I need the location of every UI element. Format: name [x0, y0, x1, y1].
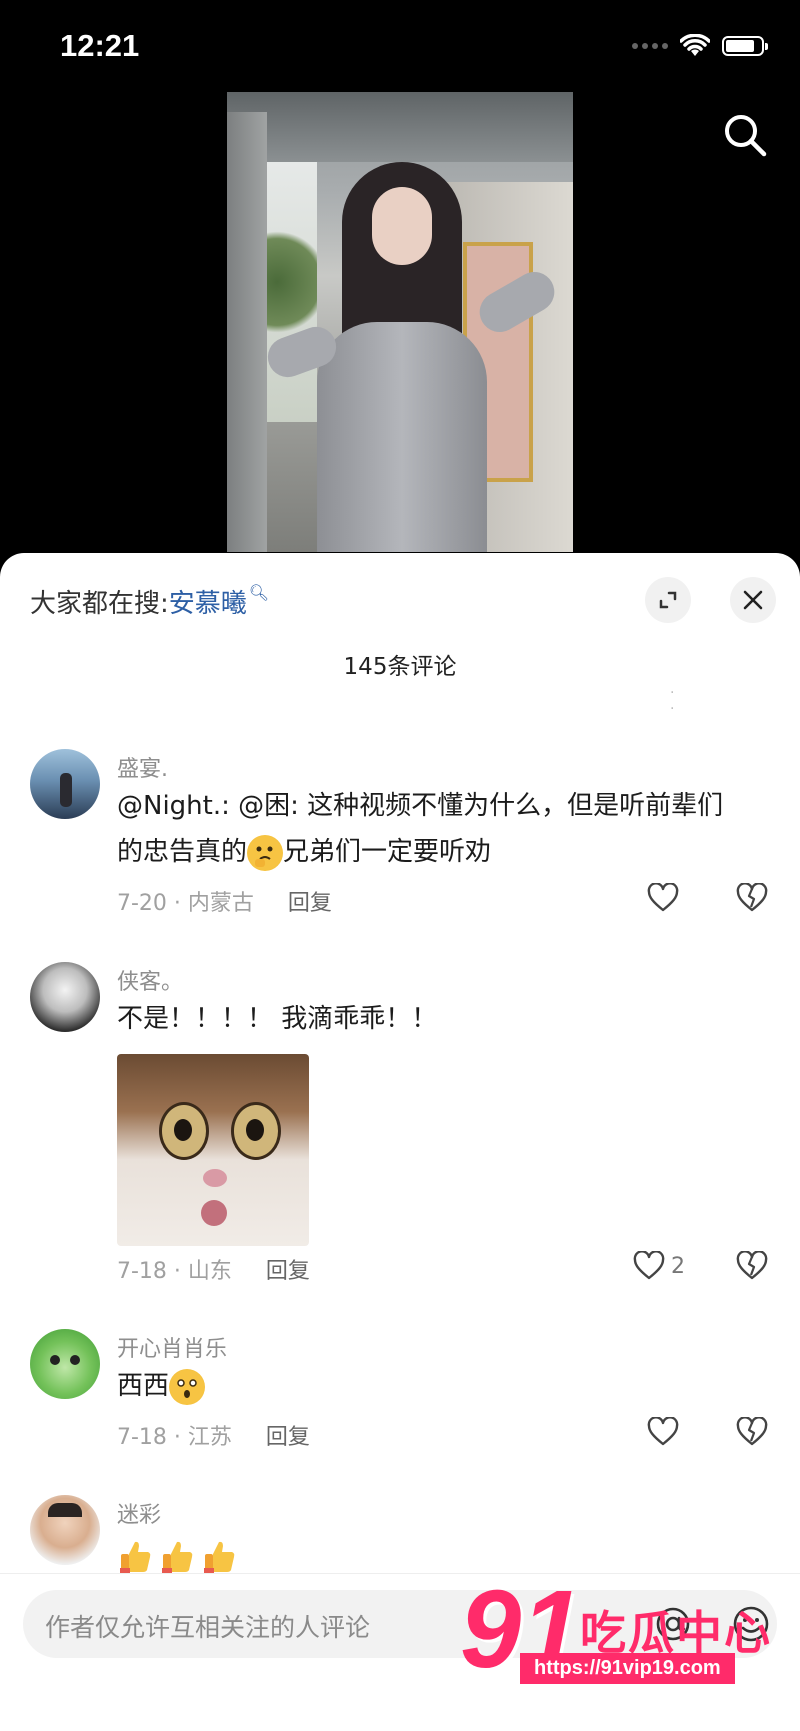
hot-search-bar[interactable]: 大家都在搜:安慕曦 🔍︎ [30, 583, 269, 620]
scroll-hint-dots: . . [670, 681, 735, 713]
close-button[interactable] [730, 577, 776, 623]
heart-icon [633, 1251, 665, 1280]
status-icons [632, 34, 768, 58]
hot-search-keyword[interactable]: 安慕曦 [169, 589, 247, 619]
like-button[interactable] [647, 1417, 685, 1447]
comment-text: 不是！！！！ 我滴乖乖！！ [117, 1004, 438, 1034]
heart-icon [647, 1417, 679, 1446]
cellular-signal-icon [632, 43, 668, 49]
cat-sticker-image[interactable] [117, 1054, 309, 1246]
avatar[interactable] [30, 1495, 100, 1565]
comment-text-part: 兄弟们一定要听劝 [283, 837, 492, 867]
comment-username[interactable]: 侠客。 [117, 964, 183, 996]
small-search-icon: 🔍︎ [248, 583, 270, 602]
comment-text: 西西 [117, 1363, 767, 1409]
broken-heart-icon[interactable] [736, 883, 768, 913]
comment-count: 145条评论 [343, 654, 457, 680]
site-watermark: 91 吃瓜中心 https://91vip19.com [460, 1575, 790, 1700]
avatar[interactable] [30, 749, 100, 819]
thumbs-up-emoji-icon [159, 1538, 195, 1576]
status-time: 12:21 [60, 28, 140, 63]
avatar[interactable] [30, 962, 100, 1032]
comment-text: @Night.: @困: 这种视频不懂为什么，但是听前辈们 的忠告真的 兄弟们一定… [117, 783, 767, 875]
comment-username[interactable]: 盛宴. [117, 751, 168, 783]
comment-meta: 7-18 · 江苏 回复 [117, 1419, 310, 1451]
thumbs-up-emoji-icon [117, 1538, 153, 1576]
comment-date-location: 7-20 · 内蒙古 [117, 891, 254, 916]
wifi-icon [680, 34, 710, 56]
thumbs-up-emoji-icon [201, 1538, 237, 1576]
avatar[interactable] [30, 1329, 100, 1399]
thinking-emoji-icon [247, 834, 284, 871]
status-bar: 12:21 [0, 0, 800, 90]
expand-button[interactable] [645, 577, 691, 623]
comment-meta: 7-18 · 山东 回复 [117, 1253, 310, 1285]
hot-search-prefix: 大家都在搜: [30, 589, 169, 619]
like-button[interactable] [647, 883, 685, 913]
battery-icon [722, 36, 768, 56]
reply-button[interactable]: 回复 [266, 1425, 310, 1450]
broken-heart-icon[interactable] [736, 1251, 768, 1281]
like-button[interactable]: 2 [633, 1251, 685, 1281]
comment-meta: 7-20 · 内蒙古 回复 [117, 885, 332, 917]
comment-text-part: 的忠告真的 [117, 837, 248, 867]
comment-date-location: 7-18 · 江苏 [117, 1425, 232, 1450]
broken-heart-icon[interactable] [736, 1417, 768, 1447]
comment-text-part: 西西 [117, 1371, 170, 1401]
close-icon [743, 590, 763, 610]
watermark-url: https://91vip19.com [520, 1653, 735, 1684]
video-player[interactable] [227, 92, 573, 552]
heart-icon [647, 883, 679, 912]
comment-username[interactable]: 迷彩 [117, 1497, 161, 1529]
comment-username[interactable]: 开心肖肖乐 [117, 1331, 227, 1363]
like-count: 2 [671, 1253, 685, 1279]
comment-input-placeholder: 作者仅允许互相关注的人评论 [45, 1613, 371, 1642]
comment-text-line: @Night.: @困: 这种视频不懂为什么，但是听前辈们 [117, 791, 724, 821]
reply-button[interactable]: 回复 [288, 891, 332, 916]
shocked-emoji-icon [169, 1368, 206, 1405]
comment-date-location: 7-18 · 山东 [117, 1259, 232, 1284]
comment-sheet: 大家都在搜:安慕曦 🔍︎ 145条评论 . . 盛宴. @Night.: @困: … [0, 553, 800, 1731]
expand-icon [659, 591, 677, 609]
reply-button[interactable]: 回复 [266, 1259, 310, 1284]
comment-text-line: 的忠告真的 兄弟们一定要听劝 [117, 829, 767, 875]
search-icon[interactable] [720, 110, 770, 160]
